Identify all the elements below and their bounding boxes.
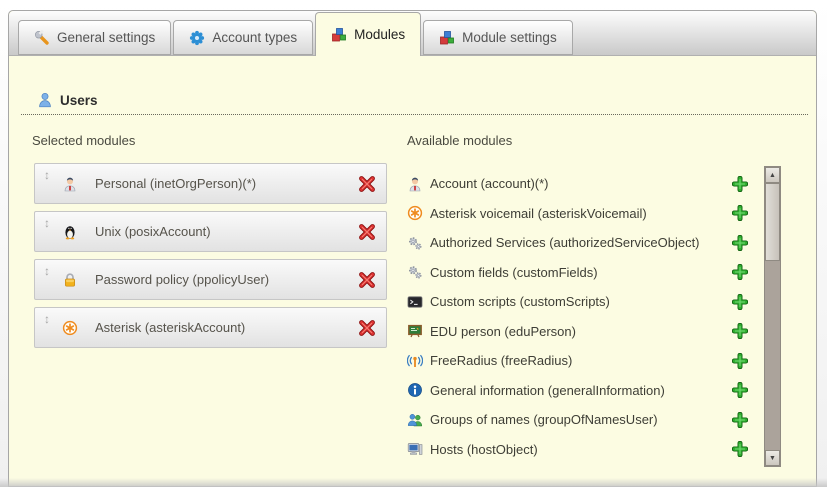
- add-module-button[interactable]: [732, 382, 748, 398]
- tab-general-settings[interactable]: General settings: [18, 20, 171, 55]
- module-label: Custom fields (customFields): [430, 265, 598, 280]
- available-module-row: Groups of names (groupOfNamesUser): [407, 405, 748, 435]
- remove-module-button[interactable]: [358, 223, 376, 241]
- person-icon: [62, 176, 78, 192]
- remove-module-button[interactable]: [358, 319, 376, 337]
- available-module-row: General information (generalInformation): [407, 376, 748, 406]
- module-label: Password policy (ppolicyUser): [95, 272, 269, 287]
- selected-module-row: ↕ Unix (posixAccount): [34, 211, 387, 252]
- modules-icon: [439, 30, 455, 46]
- section-title: Users: [60, 93, 98, 108]
- add-module-button[interactable]: [732, 205, 748, 221]
- asterisk-icon: [407, 205, 423, 221]
- module-label: EDU person (eduPerson): [430, 324, 576, 339]
- drag-handle-icon[interactable]: ↕: [41, 265, 53, 277]
- add-module-button[interactable]: [732, 176, 748, 192]
- module-label: Groups of names (groupOfNamesUser): [430, 412, 658, 427]
- lam-configuration-page: General settings Account types Modules M…: [0, 0, 827, 487]
- drag-handle-icon[interactable]: ↕: [41, 313, 53, 325]
- chalkboard-icon: [407, 323, 423, 339]
- available-module-row: Authorized Services (authorizedServiceOb…: [407, 228, 748, 258]
- tab-account-types[interactable]: Account types: [173, 20, 313, 55]
- asterisk-icon: [62, 320, 78, 336]
- selected-module-row: ↕ Personal (inetOrgPerson)(*): [34, 163, 387, 204]
- module-label: Unix (posixAccount): [95, 224, 211, 239]
- users-section-heading: Users: [21, 92, 808, 115]
- available-module-row: Custom fields (customFields): [407, 258, 748, 288]
- padlock-icon: [62, 272, 78, 288]
- selected-module-row: ↕ Password policy (ppolicyUser): [34, 259, 387, 300]
- module-label: General information (generalInformation): [430, 383, 665, 398]
- tab-bar: General settings Account types Modules M…: [9, 11, 816, 56]
- computer-icon: [407, 441, 423, 457]
- user-icon: [37, 92, 53, 108]
- drag-handle-icon[interactable]: ↕: [41, 217, 53, 229]
- available-module-row: Asterisk voicemail (asteriskVoicemail): [407, 199, 748, 229]
- available-module-row: Custom scripts (customScripts): [407, 287, 748, 317]
- penguin-icon: [62, 224, 78, 240]
- scroll-up-icon: ▲: [769, 172, 776, 179]
- available-modules-list: Account (account)(*) Asterisk voicemail …: [407, 169, 748, 464]
- group-icon: [407, 412, 423, 428]
- add-module-button[interactable]: [732, 353, 748, 369]
- drag-handle-icon[interactable]: ↕: [41, 169, 53, 181]
- selected-modules-list: ↕ Personal (inetOrgPerson)(*) ↕ Unix (po…: [34, 163, 387, 355]
- module-label: Account (account)(*): [430, 176, 549, 191]
- remove-module-button[interactable]: [358, 175, 376, 193]
- add-module-button[interactable]: [732, 323, 748, 339]
- module-label: FreeRadius (freeRadius): [430, 353, 572, 368]
- add-module-button[interactable]: [732, 441, 748, 457]
- add-module-button[interactable]: [732, 294, 748, 310]
- module-label: Personal (inetOrgPerson)(*): [95, 176, 256, 191]
- available-module-row: Account (account)(*): [407, 169, 748, 199]
- module-label: Hosts (hostObject): [430, 442, 538, 457]
- scroll-down-icon: ▼: [769, 455, 776, 462]
- wrench-icon: [34, 30, 50, 46]
- tab-label: General settings: [57, 30, 155, 45]
- modules-icon: [331, 27, 347, 43]
- gears-icon: [407, 264, 423, 280]
- info-icon: [407, 382, 423, 398]
- add-module-button[interactable]: [732, 235, 748, 251]
- available-modules-label: Available modules: [407, 133, 512, 148]
- module-label: Custom scripts (customScripts): [430, 294, 610, 309]
- tab-modules[interactable]: Modules: [315, 12, 421, 56]
- available-module-row: Hosts (hostObject): [407, 435, 748, 465]
- gears-icon: [407, 235, 423, 251]
- antenna-icon: [407, 353, 423, 369]
- remove-module-button[interactable]: [358, 271, 376, 289]
- person-icon: [407, 176, 423, 192]
- selected-modules-label: Selected modules: [32, 133, 135, 148]
- tab-label: Module settings: [462, 30, 557, 45]
- tab-module-settings[interactable]: Module settings: [423, 20, 573, 55]
- add-module-button[interactable]: [732, 264, 748, 280]
- scrollbar-thumb[interactable]: [765, 183, 780, 261]
- selected-module-row: ↕ Asterisk (asteriskAccount): [34, 307, 387, 348]
- terminal-icon: [407, 294, 423, 310]
- module-label: Asterisk voicemail (asteriskVoicemail): [430, 206, 647, 221]
- available-modules-scrollbar[interactable]: ▲ ▼: [764, 166, 781, 467]
- tab-label: Account types: [212, 30, 297, 45]
- scroll-down-button[interactable]: ▼: [765, 450, 780, 466]
- config-panel: General settings Account types Modules M…: [8, 10, 817, 487]
- available-module-row: FreeRadius (freeRadius): [407, 346, 748, 376]
- module-label: Authorized Services (authorizedServiceOb…: [430, 235, 700, 250]
- tab-label: Modules: [354, 27, 405, 42]
- add-module-button[interactable]: [732, 412, 748, 428]
- scroll-up-button[interactable]: ▲: [765, 167, 780, 183]
- module-label: Asterisk (asteriskAccount): [95, 320, 245, 335]
- gear-icon: [189, 30, 205, 46]
- available-module-row: EDU person (eduPerson): [407, 317, 748, 347]
